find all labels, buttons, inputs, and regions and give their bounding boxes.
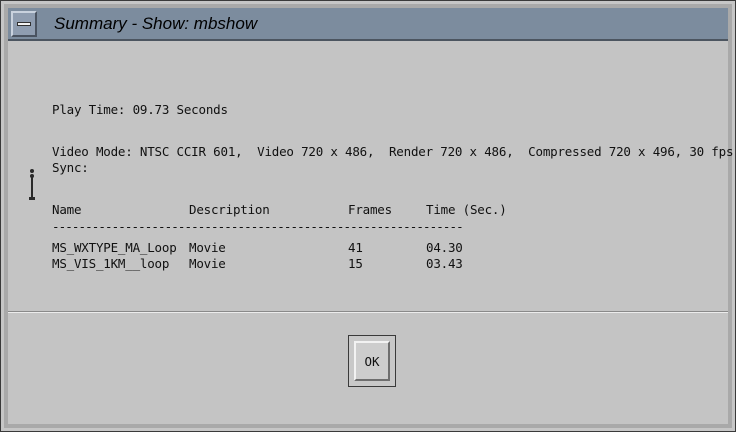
play-time: Play Time: 09.73 Seconds: [52, 102, 228, 117]
row-frames: 41: [348, 240, 363, 255]
column-header-description: Description: [189, 202, 270, 217]
row-description: Movie: [189, 240, 226, 255]
window-title: Summary - Show: mbshow: [54, 14, 258, 33]
window-menu-icon: [17, 22, 31, 26]
ok-button-default-frame: OK: [348, 335, 396, 387]
column-header-name: Name: [52, 202, 82, 217]
video-mode: Video Mode: NTSC CCIR 601, Video 720 x 4…: [52, 144, 734, 159]
table-separator: ----------------------------------------…: [52, 219, 464, 234]
summary-window: Summary - Show: mbshow Play Time: 09.73 …: [0, 0, 736, 432]
window-frame[interactable]: Summary - Show: mbshow Play Time: 09.73 …: [4, 4, 733, 428]
sync-label: Sync:: [52, 160, 89, 175]
row-frames: 15: [348, 256, 363, 271]
window-menu-button[interactable]: [11, 11, 37, 37]
title-bar[interactable]: Summary - Show: mbshow: [8, 8, 728, 41]
column-header-time: Time (Sec.): [426, 202, 507, 217]
summary-content: Play Time: 09.73 Seconds Video Mode: NTS…: [8, 41, 733, 311]
row-name: MS_VIS_1KM__loop: [52, 256, 170, 271]
row-name: MS_WXTYPE_MA_Loop: [52, 240, 177, 255]
row-time: 03.43: [426, 256, 463, 271]
ok-button[interactable]: OK: [354, 341, 390, 381]
row-description: Movie: [189, 256, 226, 271]
resize-grip-icon[interactable]: [29, 169, 35, 203]
button-area: OK: [8, 313, 728, 424]
row-time: 04.30: [426, 240, 463, 255]
column-header-frames: Frames: [348, 202, 392, 217]
